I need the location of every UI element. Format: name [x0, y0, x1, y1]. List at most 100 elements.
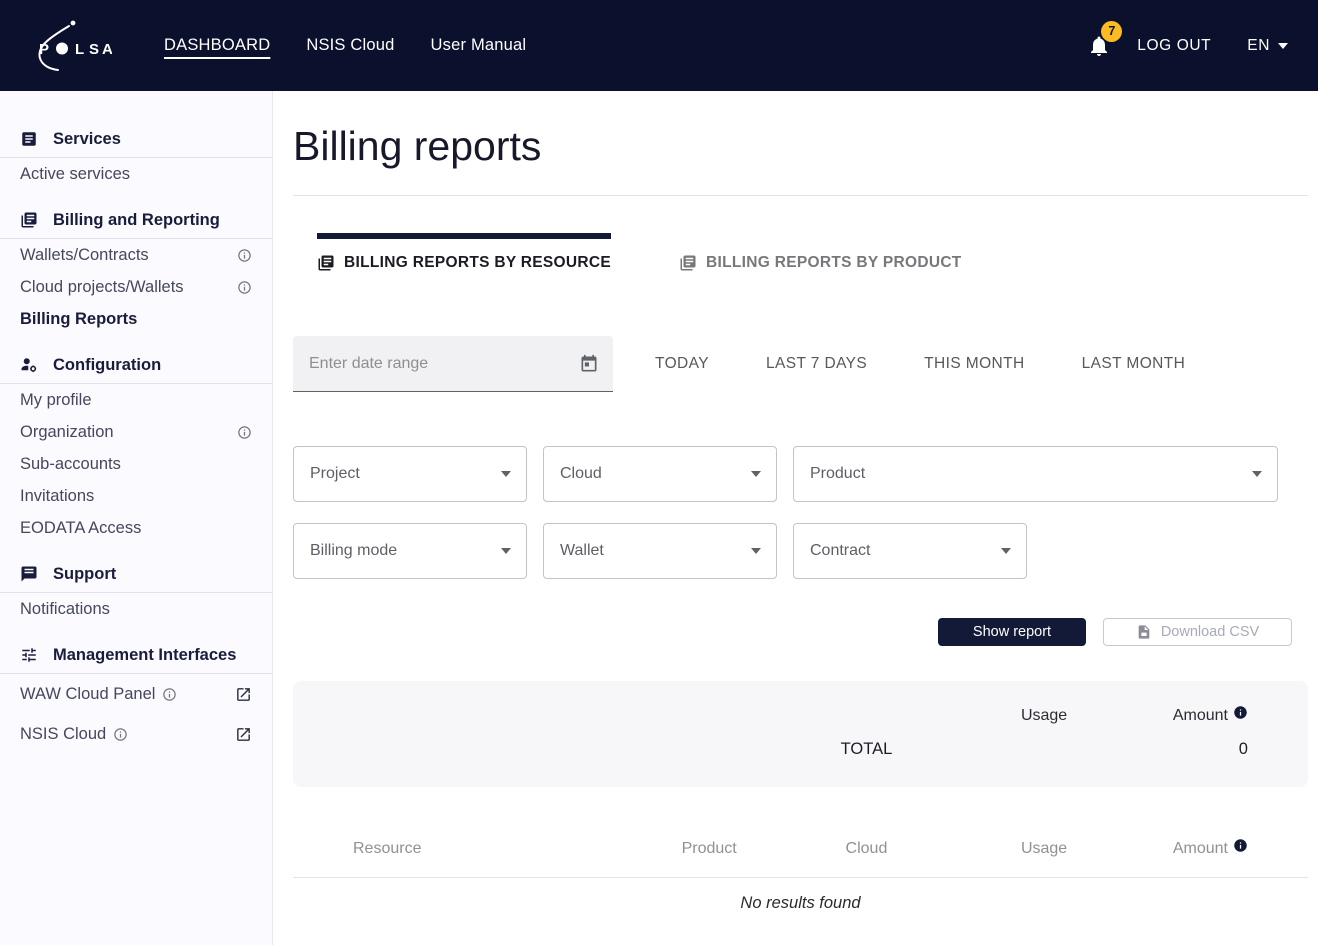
results-table: Resource Product Cloud Usage Amount No r… [293, 835, 1308, 913]
select-label: Product [810, 465, 866, 482]
sidebar-section-configuration: Configuration My profile Organization Su… [0, 354, 272, 544]
nav-dashboard-link[interactable]: DASHBOARD [164, 36, 270, 55]
total-label: TOTAL [840, 739, 893, 758]
wallet-select[interactable]: Wallet [543, 523, 777, 579]
summary-header-row: Usage Amount [293, 701, 1308, 731]
logo-letter-p: P [39, 41, 49, 58]
billing-mode-select[interactable]: Billing mode [293, 523, 527, 579]
sidebar-item-waw-cloud-panel[interactable]: WAW Cloud Panel [0, 674, 272, 714]
summary-total-row: TOTAL 0 [293, 731, 1308, 767]
calendar-icon[interactable] [579, 354, 599, 374]
actions-row: Show report Download CSV [293, 618, 1308, 646]
product-select[interactable]: Product [793, 446, 1278, 502]
sidebar-item-active-services[interactable]: Active services [0, 158, 272, 190]
this-month-button[interactable]: THIS MONTH [924, 355, 1024, 373]
polsa-logo: P L S A [38, 20, 112, 71]
notifications-bell-button[interactable]: 7 [1087, 20, 1123, 59]
language-selector[interactable]: EN [1247, 37, 1288, 55]
logout-button[interactable]: LOG OUT [1137, 37, 1211, 55]
sidebar-section-management: Management Interfaces WAW Cloud Panel NS… [0, 644, 272, 754]
sidebar-item-label: Organization [20, 422, 114, 441]
sidebar-item-label: Notifications [20, 599, 110, 618]
info-filled-icon[interactable] [1233, 838, 1248, 853]
open-in-new-icon[interactable] [235, 686, 252, 703]
open-in-new-icon[interactable] [235, 726, 252, 743]
info-icon[interactable] [113, 727, 128, 742]
results-header-row: Resource Product Cloud Usage Amount [293, 835, 1308, 863]
summary-usage-header: Usage [1020, 707, 1068, 724]
section-title: Support [53, 564, 117, 583]
project-select[interactable]: Project [293, 446, 527, 502]
library-books-icon [680, 255, 696, 271]
last-7-days-button[interactable]: LAST 7 DAYS [766, 355, 867, 373]
select-label: Wallet [560, 542, 604, 559]
select-label: Billing mode [310, 542, 398, 559]
info-icon[interactable] [237, 425, 252, 440]
chevron-down-icon [1278, 42, 1288, 49]
info-filled-icon[interactable] [1233, 705, 1248, 720]
library-books-icon [318, 255, 334, 271]
sidebar-item-eodata-access[interactable]: EODATA Access [0, 512, 272, 544]
report-tabs: BILLING REPORTS BY RESOURCE BILLING REPO… [293, 233, 1308, 275]
column-header-product: Product [681, 840, 737, 857]
dropdown-arrow-icon [1001, 548, 1011, 554]
sidebar-item-billing-reports[interactable]: Billing Reports [0, 303, 272, 335]
filters-row-2: Billing mode Wallet Contract [293, 523, 1308, 579]
amount-header-label: Amount [1172, 707, 1228, 724]
tab-indicator [679, 233, 962, 239]
sidebar-item-cloud-projects-wallets[interactable]: Cloud projects/Wallets [0, 271, 272, 303]
dropdown-arrow-icon [751, 548, 761, 554]
sidebar-item-label: Sub-accounts [20, 454, 121, 473]
cloud-select[interactable]: Cloud [543, 446, 777, 502]
sidebar-header-services: Services [0, 128, 272, 150]
sidebar-item-my-profile[interactable]: My profile [0, 384, 272, 416]
date-range-input[interactable]: Enter date range [293, 336, 613, 392]
page-title: Billing reports [293, 123, 542, 169]
download-csv-label: Download CSV [1160, 624, 1260, 640]
sidebar-item-label: Invitations [20, 486, 95, 505]
column-header-amount: Amount [1135, 838, 1308, 858]
section-title: Services [53, 129, 121, 148]
show-report-button[interactable]: Show report [938, 618, 1086, 646]
nav-nsis-cloud-link[interactable]: NSIS Cloud [306, 36, 394, 55]
section-title: Configuration [53, 355, 162, 374]
sidebar-item-label: EODATA Access [20, 518, 142, 537]
quick-date-buttons: TODAY LAST 7 DAYS THIS MONTH LAST MONTH [655, 355, 1185, 373]
section-title: Billing and Reporting [53, 210, 220, 229]
sidebar: Services Active services Billing and Rep… [0, 91, 273, 945]
sidebar-item-sub-accounts[interactable]: Sub-accounts [0, 448, 272, 480]
sidebar-item-label: Billing Reports [20, 309, 138, 328]
info-icon[interactable] [162, 687, 177, 702]
sidebar-item-wallets-contracts[interactable]: Wallets/Contracts [0, 239, 272, 271]
download-csv-button[interactable]: Download CSV [1103, 618, 1292, 646]
nav-user-manual-link[interactable]: User Manual [431, 36, 527, 55]
logo-letter-s: S [89, 41, 99, 58]
sidebar-item-nsis-cloud[interactable]: NSIS Cloud [0, 714, 272, 754]
date-filter-row: Enter date range TODAY LAST 7 DAYS THIS … [293, 336, 1308, 392]
info-icon[interactable] [237, 248, 252, 263]
contract-select[interactable]: Contract [793, 523, 1027, 579]
sidebar-item-invitations[interactable]: Invitations [0, 480, 272, 512]
filters-row-1: Project Cloud Product [293, 446, 1308, 502]
billing-reports-page: P L S A DASHBOARD NSIS Cloud User Manual… [0, 0, 1318, 945]
sidebar-item-label: Wallets/Contracts [20, 245, 149, 264]
total-summary-card: Usage Amount TOTAL 0 [293, 681, 1308, 787]
top-navbar: P L S A DASHBOARD NSIS Cloud User Manual… [0, 0, 1318, 91]
last-month-button[interactable]: LAST MONTH [1082, 355, 1186, 373]
main-content: Billing reports BILLING REPORTS BY RESOU… [274, 91, 1318, 945]
language-label: EN [1247, 36, 1270, 54]
sidebar-section-support: Support Notifications [0, 563, 272, 625]
tab-billing-reports-by-product[interactable]: BILLING REPORTS BY PRODUCT [679, 233, 962, 275]
dropdown-arrow-icon [1252, 471, 1262, 477]
chat-icon [21, 566, 37, 582]
sidebar-item-notifications[interactable]: Notifications [0, 593, 272, 625]
tab-billing-reports-by-resource[interactable]: BILLING REPORTS BY RESOURCE [317, 233, 612, 275]
info-icon[interactable] [237, 280, 252, 295]
dropdown-arrow-icon [751, 471, 761, 477]
logo-letter-a: A [102, 41, 112, 58]
summary-amount-header: Amount [1135, 705, 1308, 725]
select-label: Cloud [560, 465, 602, 482]
column-header-resource: Resource [353, 840, 422, 857]
sidebar-item-organization[interactable]: Organization [0, 416, 272, 448]
today-button[interactable]: TODAY [655, 355, 709, 373]
